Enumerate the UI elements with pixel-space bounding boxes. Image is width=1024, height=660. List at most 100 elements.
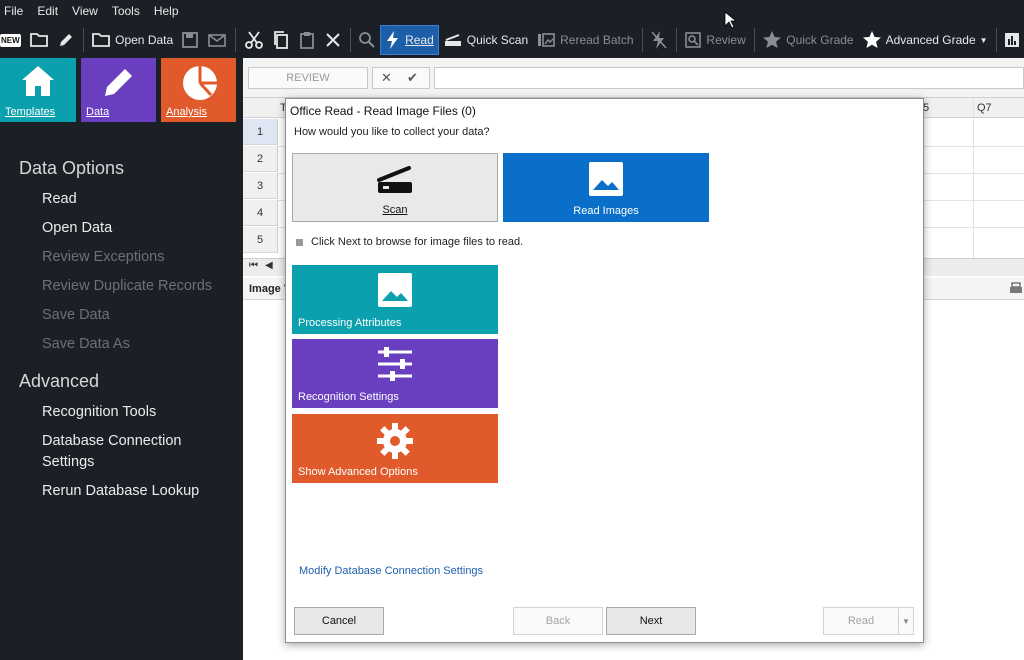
scan-label: Scan [382,204,408,216]
email-button[interactable] [203,25,231,55]
menu-view[interactable]: View [72,4,98,18]
flash-off-button[interactable] [646,25,672,55]
row-number[interactable]: 4 [243,200,278,226]
read-options-dropdown[interactable]: ▼ [898,607,914,635]
save-icon [182,32,199,48]
next-button[interactable]: Next [606,607,696,635]
menu-tools[interactable]: Tools [112,4,140,18]
image-icon [378,273,412,307]
cancel-edit-icon[interactable]: ✕ [381,70,392,86]
dialog-title: Office Read - Read Image Files (0) [290,104,476,118]
templates-tile[interactable]: Templates [0,58,76,122]
reread-batch-icon [538,33,555,47]
read-button[interactable]: Read [380,25,439,55]
sidebar-item-review-exceptions[interactable]: Review Exceptions [42,247,165,268]
chart-button[interactable] [1000,25,1024,55]
column-header-q7[interactable]: Q7 [977,98,992,118]
advanced-grade-button[interactable]: Advanced Grade ▼ [858,25,992,55]
folder-open-icon [92,33,111,47]
review-mode-button[interactable]: REVIEW [248,67,368,89]
back-button[interactable]: Back [513,607,603,635]
sidebar-item-review-duplicate-records[interactable]: Review Duplicate Records [42,276,212,297]
menu-bar: File Edit View Tools Help [0,0,1024,22]
pencil-icon [59,34,72,46]
analysis-tile[interactable]: Analysis [161,58,236,122]
sidebar-item-open-data[interactable]: Open Data [42,218,112,239]
review-button[interactable]: Review [680,25,749,55]
app-window: File Edit View Tools Help NEW Open Data [0,0,1024,660]
star-icon [862,31,881,48]
formula-bar: REVIEW ✕ ✔ [243,58,1024,98]
clipboard-icon [299,32,314,49]
paste-button[interactable] [294,25,320,55]
row-number[interactable]: 2 [243,146,278,172]
read-button[interactable]: Read [823,607,899,635]
cell-value-input[interactable] [434,67,1024,89]
search-icon [359,32,375,48]
sidebar-item-recognition-tools[interactable]: Recognition Tools [42,402,156,423]
data-label: Data [86,106,110,118]
read-image-files-dialog: Office Read - Read Image Files (0) How w… [285,98,924,643]
reread-batch-button[interactable]: Reread Batch [532,25,637,55]
column-divider [973,98,974,258]
recognition-settings-card[interactable]: Recognition Settings [292,339,498,408]
processing-attributes-card[interactable]: Processing Attributes [292,265,498,334]
delete-button[interactable] [320,25,346,55]
first-page-icon[interactable]: ⏮ [249,260,258,271]
pencil-icon [105,69,132,96]
star-outline-icon [763,31,782,48]
pie-chart-icon [183,66,217,100]
open-data-button[interactable]: Open Data [87,25,177,55]
sidebar-item-database-connection-settings[interactable]: Database Connection Settings [42,431,212,473]
quick-grade-button[interactable]: Quick Grade [758,25,857,55]
show-advanced-options-card[interactable]: Show Advanced Options [292,414,498,483]
image-icon [589,162,623,196]
cut-button[interactable] [240,25,268,55]
toolbar: NEW Open Data Read Quick Scan Reread Bat… [0,22,1024,58]
quick-scan-button[interactable]: Quick Scan [439,25,532,55]
sidebar-item-save-data-as[interactable]: Save Data As [42,334,130,355]
modify-database-connection-link[interactable]: Modify Database Connection Settings [299,565,483,577]
sidebar-item-read[interactable]: Read [42,189,77,210]
scan-option[interactable]: Scan [292,153,498,222]
chevron-down-icon: ▼ [902,617,910,626]
review-label: Review [706,33,746,47]
envelope-icon [208,34,226,47]
data-tile[interactable]: Data [81,58,156,122]
menu-file[interactable]: File [4,4,23,18]
sidebar-item-rerun-database-lookup[interactable]: Rerun Database Lookup [42,481,199,502]
templates-label: Templates [5,106,56,118]
scissors-icon [244,31,263,49]
sliders-icon [378,347,412,381]
processing-attributes-label: Processing Attributes [298,317,402,329]
scanner-icon [377,166,412,193]
search-button[interactable] [354,25,380,55]
read-images-label: Read Images [573,205,639,217]
print-icon[interactable] [1009,282,1023,296]
row-number[interactable]: 3 [243,173,278,199]
menu-help[interactable]: Help [154,4,179,18]
save-button[interactable] [177,25,203,55]
analysis-label: Analysis [166,106,207,118]
folder-button[interactable] [25,25,53,55]
new-button[interactable]: NEW [0,25,25,55]
row-number[interactable]: 1 [243,119,278,145]
menu-edit[interactable]: Edit [37,4,58,18]
review-icon [685,32,702,48]
quick-scan-label: Quick Scan [466,33,529,47]
advanced-title: Advanced [19,371,100,391]
confirm-edit-icon[interactable]: ✔ [407,70,418,86]
edit-button[interactable] [53,25,79,55]
copy-icon [273,31,288,49]
cancel-button[interactable]: Cancel [294,607,384,635]
copy-button[interactable] [268,25,294,55]
prev-page-icon[interactable]: ◀ [265,260,273,271]
reread-batch-label: Reread Batch [560,33,634,47]
hint-text: Click Next to browse for image files to … [311,236,524,248]
read-label: Read [405,33,434,47]
read-images-option[interactable]: Read Images [503,153,709,222]
advanced-grade-label: Advanced Grade [885,33,976,47]
lightning-icon [387,31,399,49]
sidebar-item-save-data[interactable]: Save Data [42,305,110,326]
row-number[interactable]: 5 [243,227,278,253]
